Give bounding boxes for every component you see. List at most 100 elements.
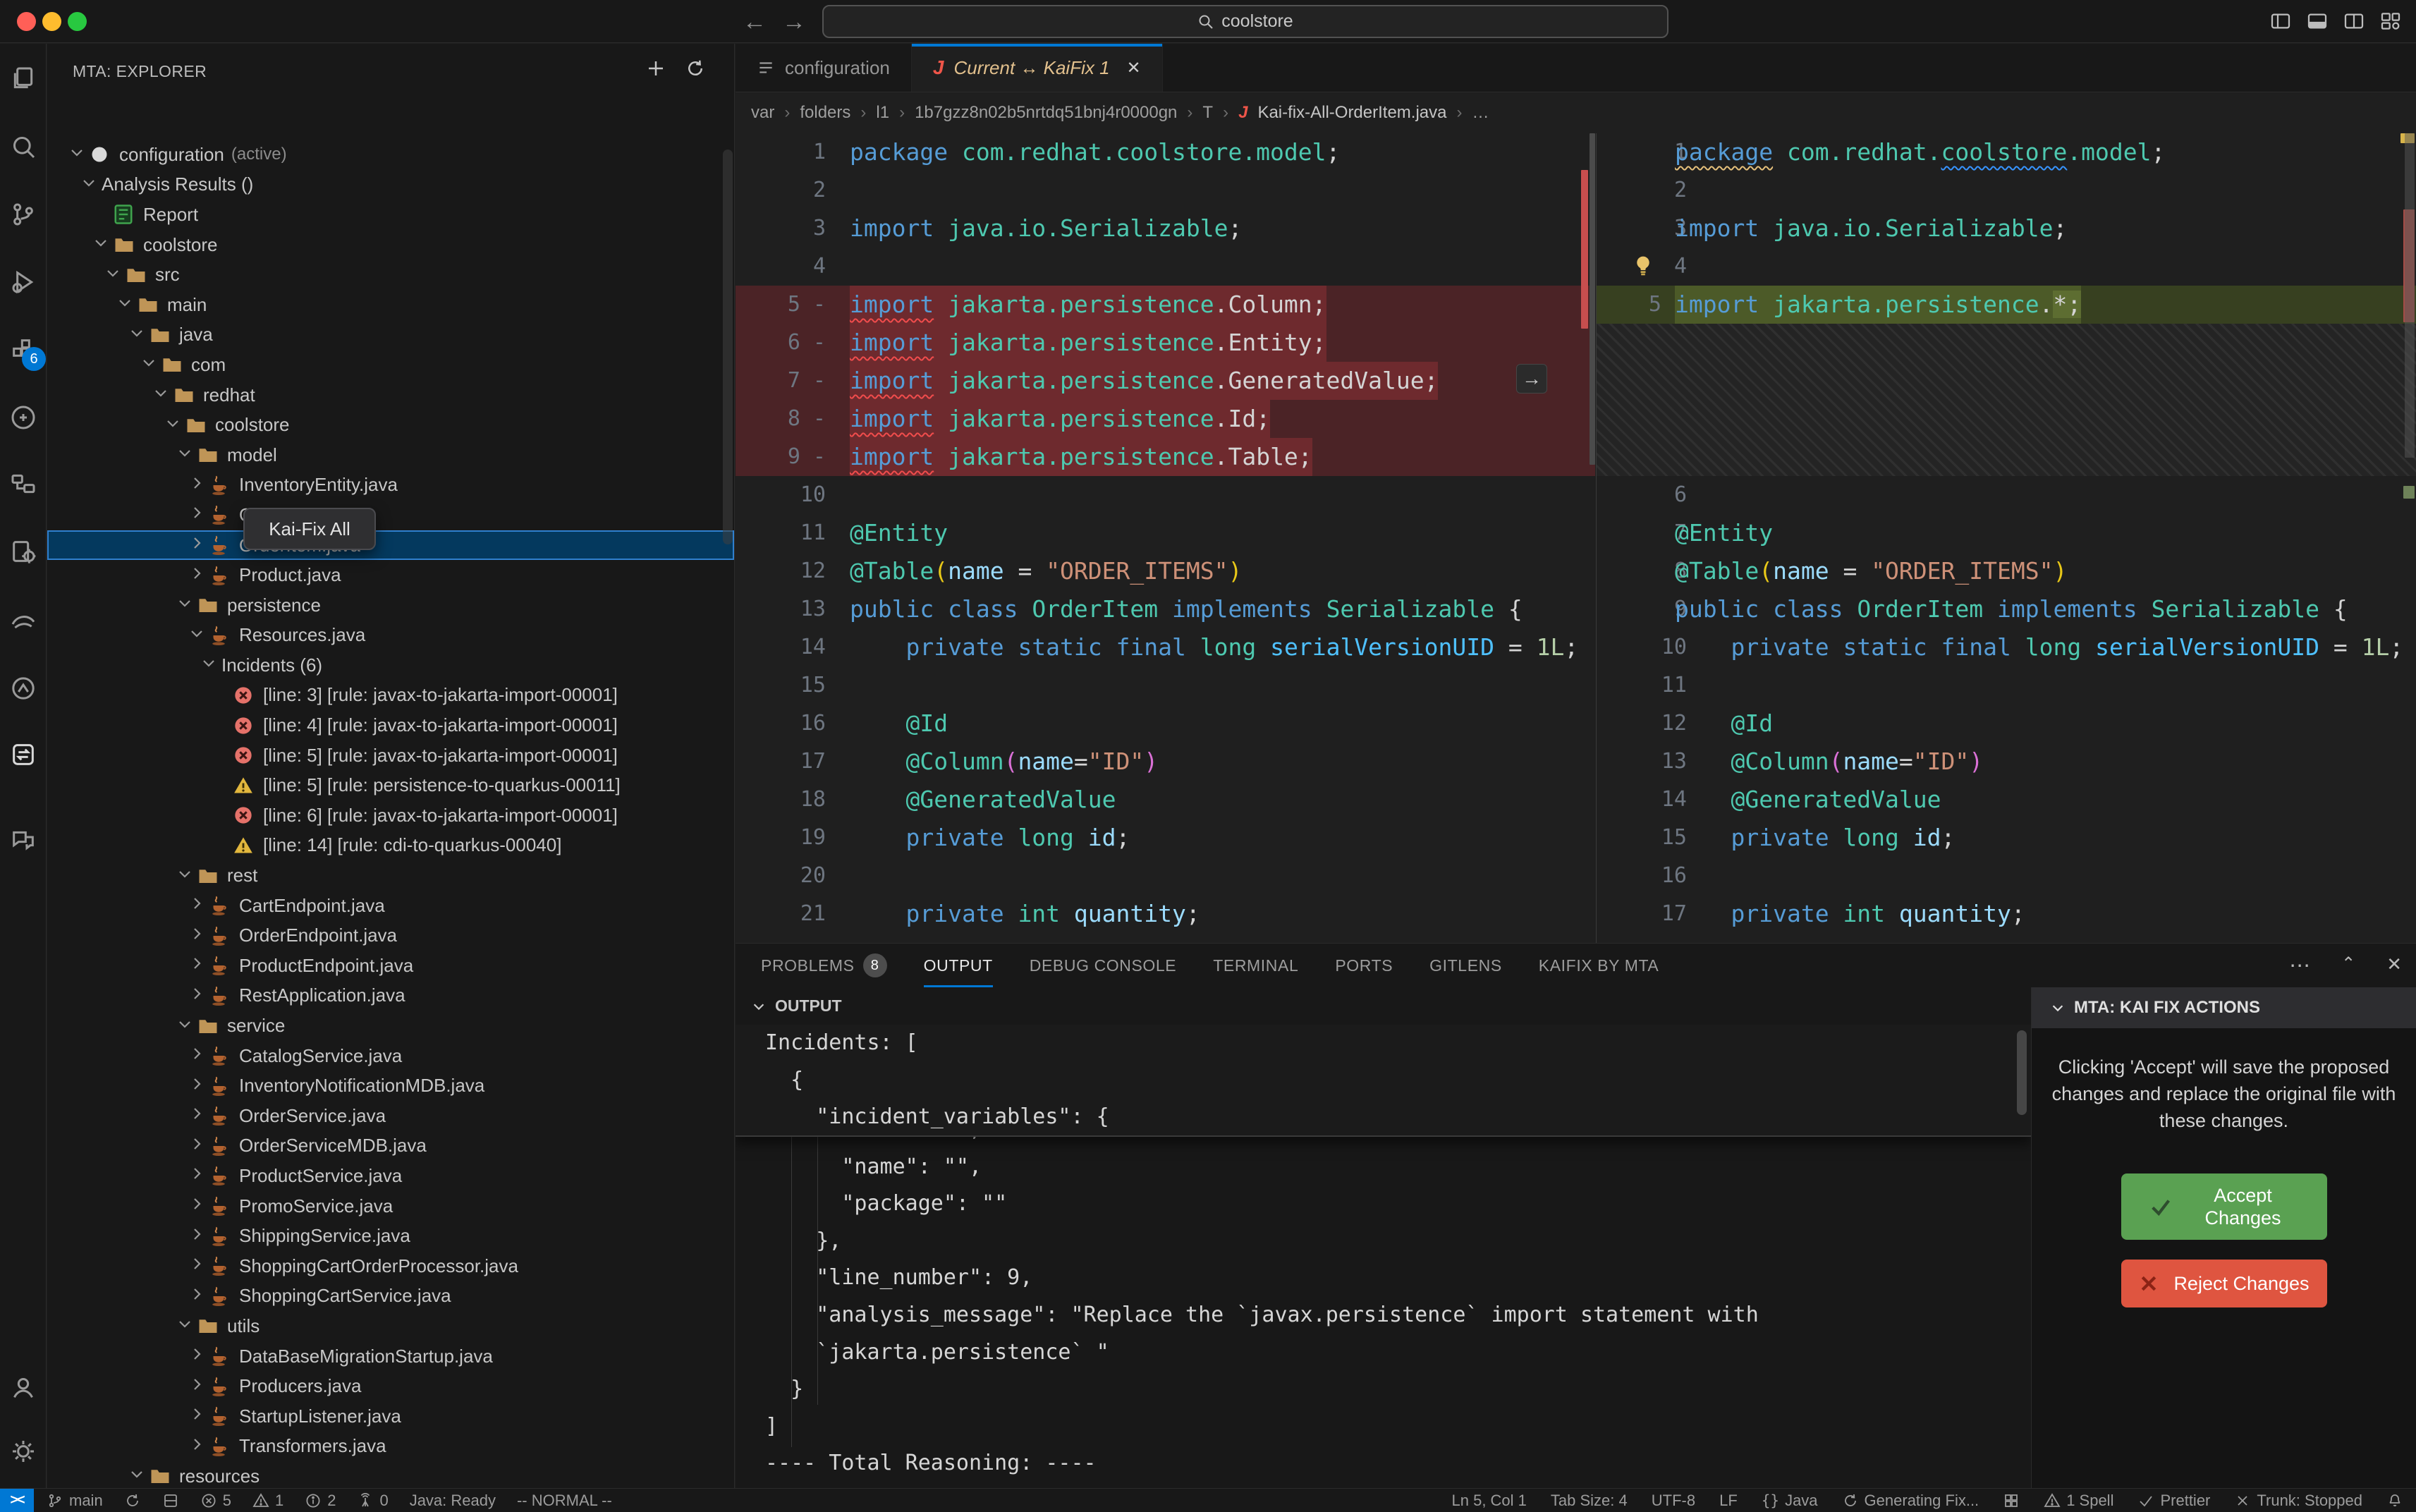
activity-item-project-manager[interactable]	[6, 535, 40, 568]
status-item-utf-8[interactable]: UTF-8	[1652, 1492, 1695, 1510]
original-line-9[interactable]: 9 - import jakarta.persistence.Table;	[736, 438, 1595, 476]
activity-item-accounts[interactable]	[6, 1371, 40, 1405]
tree-item-order-java[interactable]: Order.java	[47, 500, 734, 530]
original-line-13[interactable]: 13 public class OrderItem implements Seri…	[736, 590, 1595, 628]
tree-item-line-5-rule-persistence-to-quarkus-00011[interactable]: [line: 5] [rule: persistence-to-quarkus-…	[47, 770, 734, 800]
tree-item-coolstore[interactable]: coolstore	[47, 230, 734, 260]
original-line-4[interactable]: 4	[736, 248, 1595, 286]
status-item-ln-5-col-1[interactable]: Ln 5, Col 1	[1452, 1492, 1527, 1510]
tree-item-inventorynotificationmdb-java[interactable]: InventoryNotificationMDB.java	[47, 1071, 734, 1101]
breadcrumb-more[interactable]: …	[1472, 103, 1489, 123]
original-line-21[interactable]: 21 private int quantity;	[736, 895, 1595, 933]
tree-item-java[interactable]: java	[47, 320, 734, 350]
original-line-7[interactable]: 7 - import jakarta.persistence.GeneratedV…	[736, 362, 1595, 400]
tree-item-promoservice-java[interactable]: PromoService.java	[47, 1191, 734, 1221]
status-item-trunk-stopped[interactable]: Trunk: Stopped	[2234, 1492, 2362, 1510]
breadcrumb-file[interactable]: Kai-fix-All-OrderItem.java	[1257, 103, 1446, 123]
tree-item-productendpoint-java[interactable]: ProductEndpoint.java	[47, 951, 734, 981]
output-section-header[interactable]: OUTPUT	[736, 987, 2031, 1025]
chevron-right-icon[interactable]	[188, 565, 209, 586]
status-item-java-ready[interactable]: Java: Ready	[410, 1492, 496, 1510]
modified-line-15[interactable]: 15 private long id;	[1597, 819, 2416, 857]
modified-line-14[interactable]: 14 @GeneratedValue	[1597, 781, 2416, 819]
sidebar-scrollbar[interactable]	[723, 150, 733, 544]
status-item-java[interactable]: {} Java	[1762, 1492, 1818, 1510]
chevron-right-icon[interactable]	[188, 1135, 209, 1157]
history-forward-button[interactable]: →	[779, 4, 810, 39]
modified-line-2[interactable]: 2	[1597, 171, 2416, 209]
panel-tab-problems[interactable]: PROBLEMS 8	[761, 944, 887, 987]
modified-line-3[interactable]: 3 import java.io.Serializable;	[1597, 209, 2416, 248]
breadcrumb-item[interactable]: folders	[800, 103, 850, 123]
original-line-14[interactable]: 14 private static final long serialVersi…	[736, 628, 1595, 666]
tree-item-analysis-results[interactable]: Analysis Results ()	[47, 170, 734, 200]
modified-line-13[interactable]: 13 @Column(name="ID")	[1597, 743, 2416, 781]
tree-item-transformers-java[interactable]: Transformers.java	[47, 1432, 734, 1462]
activity-item-dependency[interactable]	[6, 671, 40, 705]
panel-tab-gitlens[interactable]: GITLENS	[1429, 944, 1502, 987]
editor-tab-current-kaifix-1[interactable]: J Current ↔ KaiFix 1 ✕	[911, 44, 1163, 92]
modified-line-9[interactable]: 9 public class OrderItem implements Seria…	[1597, 590, 2416, 628]
activity-item-gradle[interactable]	[6, 604, 40, 638]
status-item-1-spell[interactable]: 1 Spell	[2044, 1492, 2113, 1510]
panel-tab-kaifix-by-mta[interactable]: KAIFIX BY MTA	[1539, 944, 1659, 987]
zoom-window-button[interactable]	[68, 12, 87, 31]
output-console[interactable]: "kind": "", "name": "", "package": "" },…	[736, 1025, 2031, 1489]
split-editor-icon[interactable]	[2343, 10, 2365, 32]
tree-item-restapplication-java[interactable]: RestApplication.java	[47, 981, 734, 1011]
panel-tab-debug-console[interactable]: DEBUG CONSOLE	[1030, 944, 1176, 987]
original-line-10[interactable]: 10	[736, 476, 1595, 514]
original-line-19[interactable]: 19 private long id;	[736, 819, 1595, 857]
modified-line-10[interactable]: 10 private static final long serialVersi…	[1597, 628, 2416, 666]
activity-item-run-debug[interactable]	[6, 265, 40, 299]
chevron-down-icon[interactable]	[128, 1465, 150, 1487]
tree-item-redhat[interactable]: redhat	[47, 380, 734, 410]
tree-item-utils[interactable]: utils	[47, 1311, 734, 1341]
chevron-down-icon[interactable]	[140, 354, 161, 375]
modified-line-8[interactable]: 8 @Table(name = "ORDER_ITEMS")	[1597, 552, 2416, 590]
close-tab-icon[interactable]: ✕	[1127, 58, 1141, 78]
activity-item-settings[interactable]	[6, 1434, 40, 1468]
modified-line-1[interactable]: 1 package com.redhat.coolstore.model;	[1597, 133, 2416, 171]
tree-item-model[interactable]: model	[47, 440, 734, 470]
original-line-3[interactable]: 3 import java.io.Serializable;	[736, 209, 1595, 248]
toggle-panel-icon[interactable]	[2306, 10, 2329, 32]
tree-item-inventoryentity-java[interactable]: InventoryEntity.java	[47, 470, 734, 501]
original-line-20[interactable]: 20	[736, 857, 1595, 895]
chevron-right-icon[interactable]	[188, 985, 209, 1006]
original-line-12[interactable]: 12 @Table(name = "ORDER_ITEMS")	[736, 552, 1595, 590]
diff-original-pane[interactable]: 1 package com.redhat.coolstore.model; 2 3 im…	[736, 133, 1595, 943]
lightbulb-icon[interactable]	[1633, 255, 1653, 277]
tree-item-src[interactable]: src	[47, 260, 734, 290]
tree-item-line-6-rule-javax-to-jakarta-import-00001[interactable]: [line: 6] [rule: javax-to-jakarta-import…	[47, 800, 734, 831]
modified-line-4[interactable]: 4	[1597, 248, 2416, 286]
status-item-bell[interactable]	[2386, 1492, 2403, 1509]
minimize-window-button[interactable]	[42, 12, 61, 31]
panel-tab-output[interactable]: OUTPUT	[923, 944, 993, 987]
original-line-2[interactable]: 2	[736, 171, 1595, 209]
tree-item-main[interactable]: main	[47, 290, 734, 320]
history-back-button[interactable]: ←	[739, 4, 770, 39]
original-line-15[interactable]: 15	[736, 666, 1595, 705]
chevron-right-icon[interactable]	[188, 1105, 209, 1126]
tree-item-line-4-rule-javax-to-jakarta-import-00001[interactable]: [line: 4] [rule: javax-to-jakarta-import…	[47, 710, 734, 740]
tree-item-orderendpoint-java[interactable]: OrderEndpoint.java	[47, 920, 734, 951]
chevron-down-icon[interactable]	[80, 174, 102, 195]
modified-line-12[interactable]: 12 @Id	[1597, 705, 2416, 743]
chevron-right-icon[interactable]	[188, 1376, 209, 1397]
breadcrumb-item[interactable]: var	[751, 103, 774, 123]
tree-item-configuration[interactable]: configuration (active)	[47, 140, 734, 170]
add-icon[interactable]	[645, 58, 666, 79]
tree-item-shoppingcartservice-java[interactable]: ShoppingCartService.java	[47, 1281, 734, 1312]
tree-item-databasemigrationstartup-java[interactable]: DataBaseMigrationStartup.java	[47, 1341, 734, 1372]
breadcrumb-item[interactable]: l1	[876, 103, 889, 123]
original-line-8[interactable]: 8 - import jakarta.persistence.Id;	[736, 400, 1595, 438]
status-item-main[interactable]: main	[47, 1492, 103, 1510]
close-icon[interactable]: ✕	[2386, 953, 2402, 978]
tree-item-shippingservice-java[interactable]: ShippingService.java	[47, 1221, 734, 1251]
chevron-down-icon[interactable]	[176, 1315, 197, 1336]
modified-line-7[interactable]: 7 @Entity	[1597, 514, 2416, 552]
modified-line-16[interactable]: 16	[1597, 857, 2416, 895]
original-line-1[interactable]: 1 package com.redhat.coolstore.model;	[736, 133, 1595, 171]
chevron-down-icon[interactable]	[176, 444, 197, 465]
